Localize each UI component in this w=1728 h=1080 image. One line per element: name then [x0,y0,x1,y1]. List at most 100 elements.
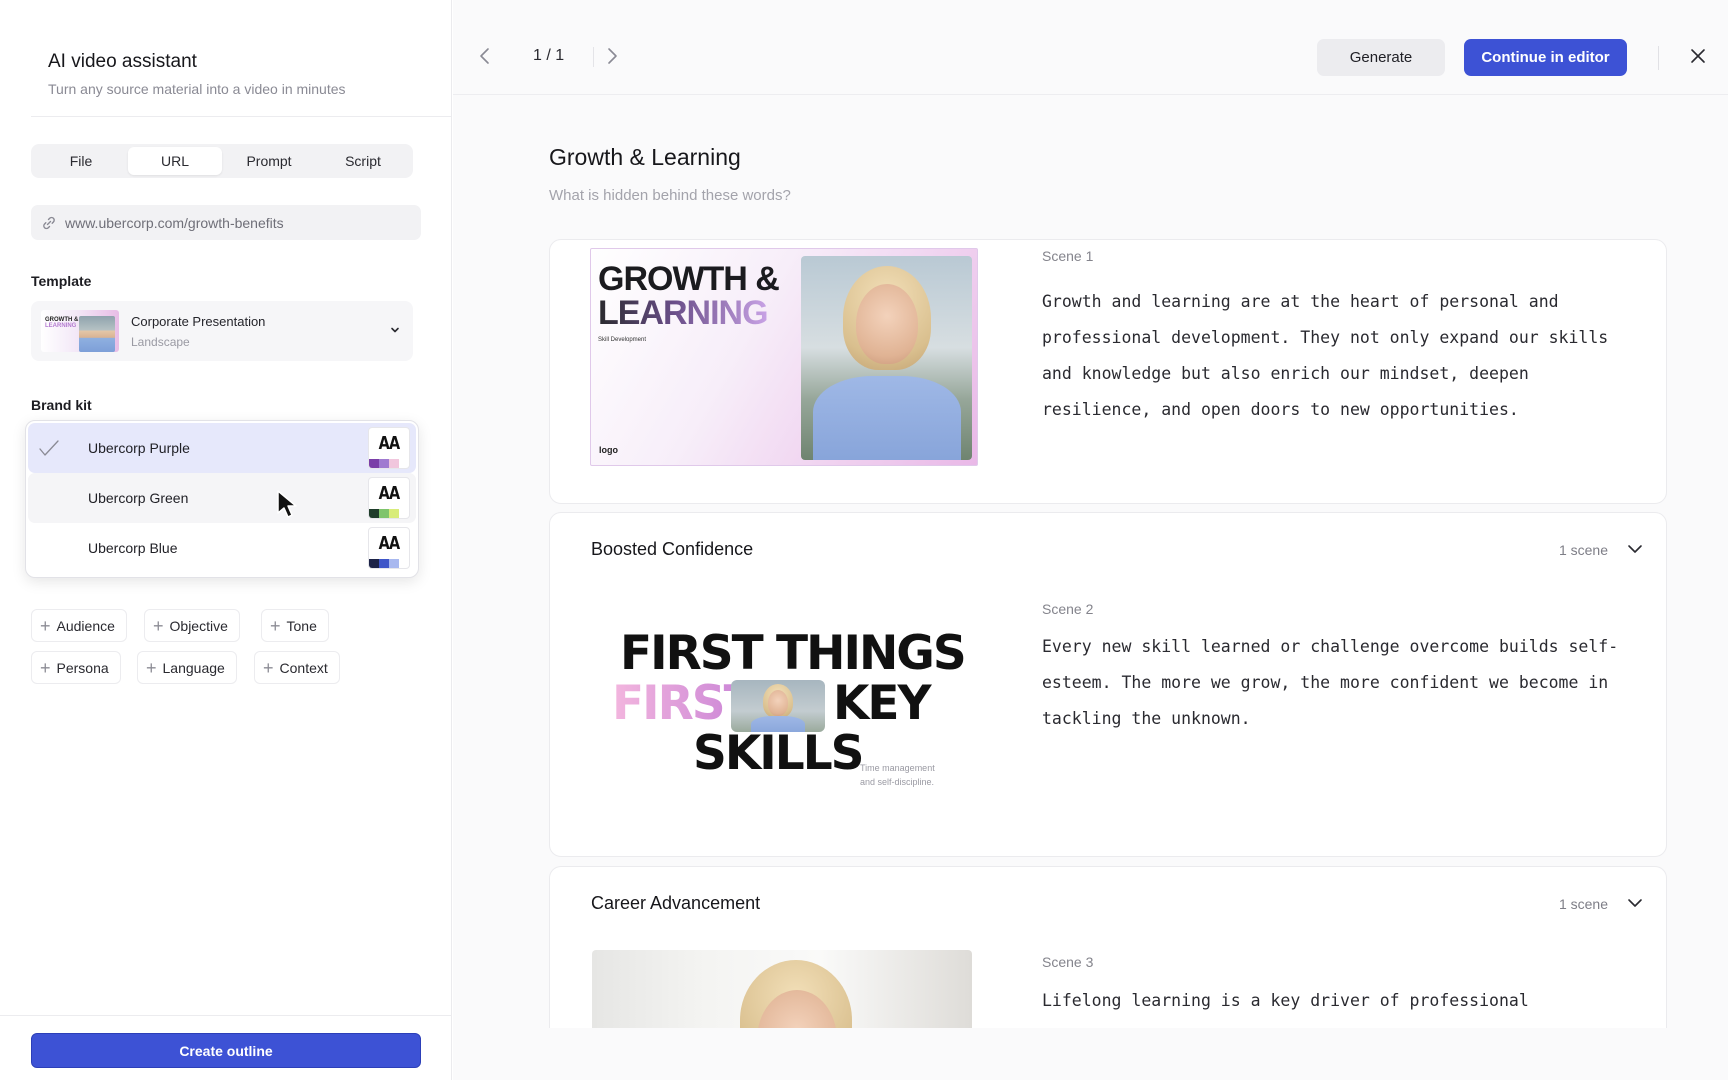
brand-kit-name: Ubercorp Purple [88,440,190,456]
slide-title-line1: FIRST THINGS [620,626,967,681]
url-input[interactable] [65,214,405,231]
link-icon [43,216,55,229]
scene-thumbnail[interactable]: FIRST THINGS FIRST KEY SKILLS Time manag… [590,593,978,811]
document-subtitle: What is hidden behind these words? [549,187,791,204]
continue-in-editor-button[interactable]: Continue in editor [1464,39,1627,76]
chevron-right-icon[interactable] [604,46,620,66]
scene-label: Scene 3 [1042,954,1094,970]
divider [593,47,594,67]
panel-title: AI video assistant [48,51,197,72]
plus-icon: + [40,657,51,678]
chevron-left-icon[interactable] [477,46,493,66]
chevron-down-icon[interactable] [1626,542,1644,556]
swatch-color [379,559,389,568]
scene-script[interactable]: Growth and learning are at the heart of … [1042,284,1642,428]
swatch-color [369,459,379,468]
plus-icon: + [40,615,51,636]
thumb-avatar [79,316,115,352]
section-card: GROWTH & LEARNING Skill Development logo… [549,239,1667,504]
slide-title-line2: LEARNING [598,294,769,332]
slide-caption: Time management and self-discipline. [860,763,935,787]
scene-count: 1 scene [1558,896,1608,912]
tab-file[interactable]: File [34,147,128,175]
section-card: Boosted Confidence 1 scene FIRST THINGS … [549,512,1667,857]
scene-thumbnail[interactable]: GROWTH & LEARNING Skill Development logo [590,248,978,466]
page-indicator: 1 / 1 [533,47,565,64]
scene-label: Scene 2 [1042,601,1094,617]
scene-count: 1 scene [1558,542,1608,558]
swatch-color [369,559,379,568]
chevron-down-icon[interactable] [1626,896,1644,910]
brand-swatch: AA [368,427,410,469]
brand-kit-name: Ubercorp Blue [88,540,178,556]
avatar-presenter [731,680,825,732]
url-field[interactable] [31,205,421,240]
outline-preview: 1 / 1 Generate Continue in editor Growth… [453,0,1728,1080]
brand-kit-name: Ubercorp Green [88,490,189,506]
brand-kit-option-green[interactable]: Ubercorp Green AA [28,473,416,523]
slide-logo: logo [599,445,618,455]
template-orientation: Landscape [131,334,190,349]
swatch-color [379,459,389,468]
swatch-colors [369,509,399,518]
swatch-font-sample: AA [378,433,401,454]
app-window: AI video assistant Turn any source mater… [0,0,1728,1080]
slide-title-key: KEY [833,676,932,731]
swatch-color [369,509,379,518]
swatch-color [389,459,399,468]
divider [31,116,451,117]
template-name: Corporate Presentation [131,313,266,329]
generate-button[interactable]: Generate [1317,39,1445,76]
document-title: Growth & Learning [549,144,741,170]
tab-prompt[interactable]: Prompt [222,147,316,175]
section-title: Career Advancement [591,893,761,913]
brand-kit-dropdown: Ubercorp Purple AA Ubercorp Green AA Ube… [25,420,419,578]
swatch-color [389,509,399,518]
brand-swatch: AA [368,477,410,519]
avatar-shirt [813,376,961,460]
assistant-sidebar: AI video assistant Turn any source mater… [0,0,452,1080]
tab-url[interactable]: URL [128,147,222,175]
brand-kit-option-blue[interactable]: Ubercorp Blue AA [28,523,416,573]
chip-tone[interactable]: + Tone [261,609,329,642]
brand-kit-label: Brand kit [31,397,92,413]
close-icon[interactable] [1689,47,1707,65]
brand-kit-option-purple[interactable]: Ubercorp Purple AA [28,423,416,473]
chip-label: Context [279,659,328,676]
tab-script[interactable]: Script [316,147,410,175]
section-title: Boosted Confidence [591,539,754,559]
plus-icon: + [263,657,274,678]
slide-title-line1: GROWTH & [598,260,780,298]
source-type-tabs: File URL Prompt Script [31,144,413,178]
preview-toolbar: 1 / 1 Generate Continue in editor [453,0,1728,95]
chip-audience[interactable]: + Audience [31,609,127,642]
create-outline-button[interactable]: Create outline [31,1033,421,1068]
scene-script[interactable]: Every new skill learned or challenge ove… [1042,629,1642,737]
swatch-color [389,559,399,568]
swatch-color [379,509,389,518]
chip-context[interactable]: + Context [254,651,340,684]
chip-language[interactable]: + Language [137,651,237,684]
template-label: Template [31,273,92,289]
template-select[interactable]: GROWTH & LEARNING Corporate Presentation… [31,301,413,361]
scene-script[interactable]: Lifelong learning is a key driver of pro… [1042,983,1642,1019]
chip-label: Objective [169,617,228,634]
swatch-font-sample: AA [378,533,401,554]
avatar-presenter [801,256,972,460]
plus-icon: + [270,615,281,636]
mouse-cursor-icon [277,490,297,518]
brand-swatch: AA [368,527,410,569]
plus-icon: + [146,657,157,678]
panel-subtitle: Turn any source material into a video in… [48,81,346,97]
divider [1658,46,1659,70]
chip-persona[interactable]: + Persona [31,651,121,684]
template-meta: Corporate Presentation Landscape [131,314,265,349]
chip-label: Tone [286,617,317,634]
avatar-face [768,690,788,716]
bottom-fade [453,1028,1728,1080]
divider [0,1015,452,1016]
slide-kicker: Skill Development [598,337,647,343]
chip-objective[interactable]: + Objective [144,609,240,642]
avatar-face [856,284,918,364]
swatch-font-sample: AA [378,483,401,504]
